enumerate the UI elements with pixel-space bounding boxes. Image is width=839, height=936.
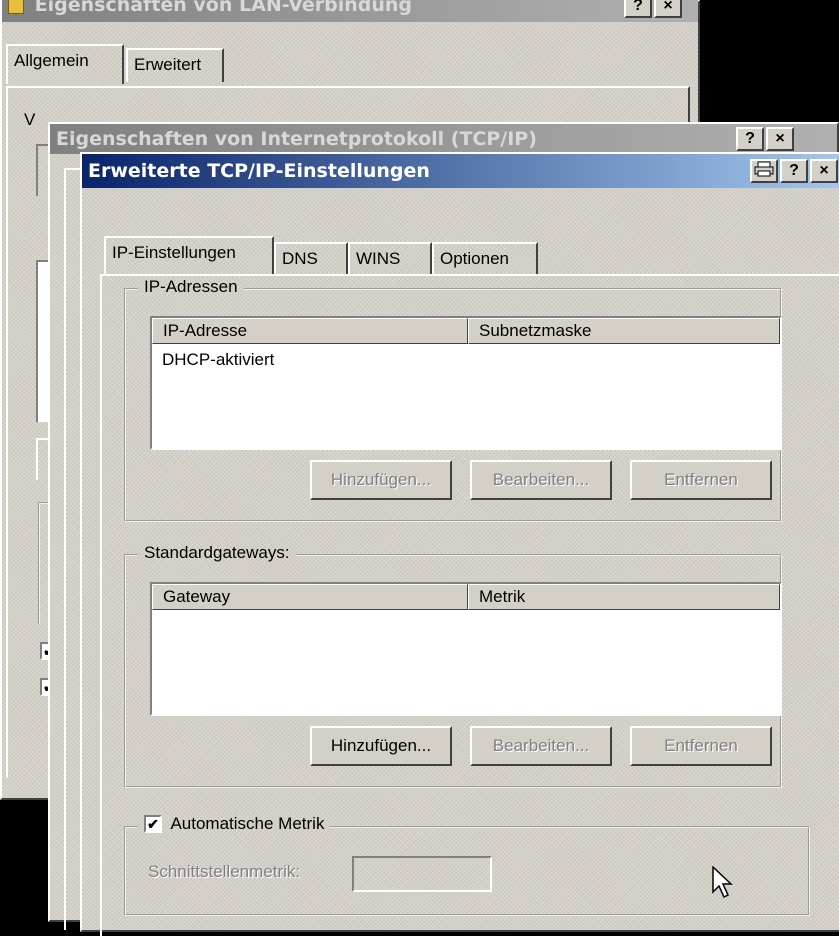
default-gateways-group: Standardgateways: Gateway Metrik Hinzufü… [124, 543, 782, 788]
dialog-titlebar[interactable]: Erweiterte TCP/IP-Einstellungen [82, 154, 839, 188]
close-icon[interactable]: × [766, 127, 794, 151]
lan-partial-label-v: V [24, 110, 36, 129]
printer-icon[interactable] [750, 159, 778, 183]
ip-addresses-group-label: IP-Adressen [138, 277, 244, 297]
network-icon [8, 0, 24, 14]
ip-address-list[interactable]: IP-Adresse Subnetzmaske DHCP-aktiviert [150, 316, 782, 450]
column-header-gateway[interactable]: Gateway [152, 584, 468, 610]
interface-metric-input[interactable] [352, 856, 492, 892]
automatic-metric-group: ✔ Automatische Metrik Schnittstellenmetr… [124, 814, 810, 916]
ip-edit-button[interactable]: Bearbeiten... [470, 460, 612, 500]
tab-optionen[interactable]: Optionen [432, 242, 538, 276]
mouse-cursor-icon [712, 866, 733, 899]
gateway-edit-button[interactable]: Bearbeiten... [470, 726, 612, 766]
column-header-subnet-mask[interactable]: Subnetzmaske [468, 318, 780, 344]
automatic-metric-label: Automatische Metrik [170, 814, 325, 833]
close-icon[interactable]: × [654, 0, 682, 18]
gateway-list[interactable]: Gateway Metrik [150, 582, 782, 716]
ip-remove-button[interactable]: Entfernen [630, 460, 772, 500]
tab-ip-einstellungen[interactable]: IP-Einstellungen [104, 236, 274, 276]
automatic-metric-checkbox[interactable]: ✔ [144, 815, 162, 833]
default-gateways-group-label: Standardgateways: [138, 543, 296, 563]
help-icon[interactable]: ? [624, 0, 652, 18]
tcpip-window-title: Eigenschaften von Internetprotokoll (TCP… [56, 128, 537, 150]
help-icon[interactable]: ? [780, 159, 808, 183]
column-header-ip-address[interactable]: IP-Adresse [152, 318, 468, 344]
dialog-title: Erweiterte TCP/IP-Einstellungen [88, 160, 430, 182]
lan-window-title: Eigenschaften von LAN-Verbindung [34, 0, 413, 16]
lan-window-titlebar[interactable]: Eigenschaften von LAN-Verbindung [2, 0, 698, 22]
automatic-metric-legend: ✔ Automatische Metrik [138, 814, 330, 834]
tcpip-window-titlebar[interactable]: Eigenschaften von Internetprotokoll (TCP… [50, 124, 837, 154]
advanced-tcpip-dialog: Erweiterte TCP/IP-Einstellungen ? × IP-E… [80, 152, 839, 936]
tab-wins[interactable]: WINS [348, 242, 432, 276]
ip-addresses-group: IP-Adressen IP-Adresse Subnetzmaske DHCP… [124, 277, 782, 522]
tab-erweitert[interactable]: Erweitert [126, 48, 224, 82]
ip-add-button[interactable]: Hinzufügen... [310, 460, 452, 500]
ip-address-row-value[interactable]: DHCP-aktiviert [162, 350, 274, 370]
gateway-add-button[interactable]: Hinzufügen... [310, 726, 452, 766]
column-header-metric[interactable]: Metrik [468, 584, 780, 610]
tab-dns[interactable]: DNS [274, 242, 348, 276]
close-icon[interactable]: × [810, 159, 838, 183]
tab-allgemein[interactable]: Allgemein [6, 44, 124, 84]
interface-metric-label: Schnittstellenmetrik: [148, 862, 301, 881]
help-icon[interactable]: ? [736, 127, 764, 151]
gateway-remove-button[interactable]: Entfernen [630, 726, 772, 766]
